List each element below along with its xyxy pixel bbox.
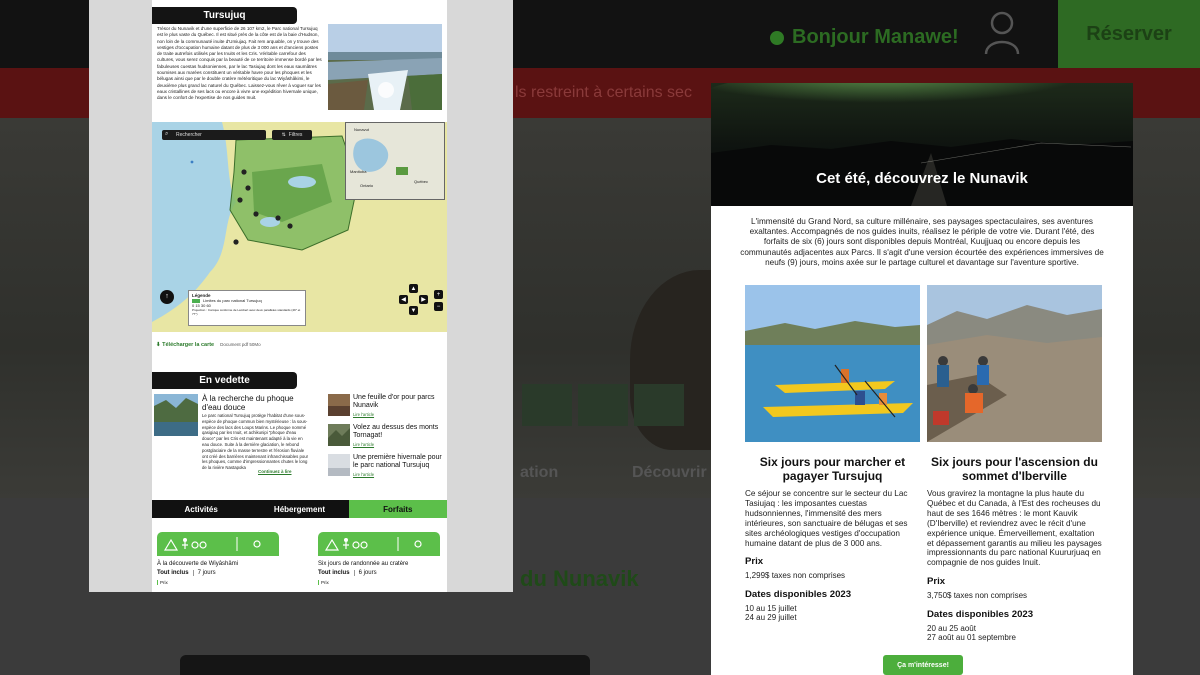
gallery-thumbnail[interactable] xyxy=(522,384,572,426)
featured-article-text: Le parc national Tursujuq protège l'habi… xyxy=(202,413,309,471)
page-tabs: Activités Hébergement Forfaits xyxy=(152,500,447,518)
download-map-link[interactable]: ⬇ Télécharger la carte Document pdf 50Mo xyxy=(156,342,261,348)
package-meta: Tout inclus 7 jours xyxy=(157,570,216,576)
offer-column: Six jours pour marcher et pagayer Tursuj… xyxy=(745,285,920,623)
offer-title: Six jours pour l'ascension du sommet d'I… xyxy=(931,455,1098,483)
kayak-photo xyxy=(745,285,920,442)
article-title[interactable]: Une première hivernale pour le parc nati… xyxy=(353,454,445,470)
package-price-label: Prix xyxy=(318,580,440,585)
inset-label: Québec xyxy=(414,179,429,184)
package-icon-bar xyxy=(318,532,440,556)
package-price-label: Prix xyxy=(157,580,279,585)
offer-description: Ce séjour se concentre sur le secteur du… xyxy=(745,489,908,548)
map-filter-button[interactable]: ⇅ Filtres xyxy=(272,130,312,140)
map-pan-right-button[interactable]: ▶ xyxy=(419,295,428,304)
background-tab[interactable]: Découvrir xyxy=(632,464,707,482)
offer-title: Six jours pour marcher et pagayer Tursuj… xyxy=(759,455,906,483)
interested-button[interactable]: Ça m'intéresse! xyxy=(883,655,963,675)
status-dot-icon xyxy=(770,30,784,45)
modal-title: Cet été, découvrez le Nunavik xyxy=(816,170,1028,187)
alert-banner-text: ls restreint à certains sec xyxy=(515,84,692,101)
tab-activites[interactable]: Activités xyxy=(152,500,251,518)
tab-hebergement[interactable]: Hébergement xyxy=(250,500,349,518)
article-title[interactable]: Volez au dessus des monts Tornagat! xyxy=(353,424,445,440)
park-page-preview: Tursujuq Trésor du Nunavik et d'une supe… xyxy=(89,0,513,592)
gallery-thumbnail[interactable] xyxy=(634,384,684,426)
modal-intro-text: L'immensité du Grand Nord, sa culture mi… xyxy=(740,217,1104,267)
article-link[interactable]: Lire l'article xyxy=(353,472,374,477)
offer-price-label: Prix xyxy=(745,556,764,568)
package-card[interactable]: Six jours de randonnée au cratère Tout i… xyxy=(318,532,440,592)
package-icon-bar xyxy=(157,532,279,556)
article-title[interactable]: Une feuille d'or pour parcs Nunavik xyxy=(353,394,445,410)
promo-modal: Cet été, découvrez le Nunavik L'immensit… xyxy=(711,83,1133,675)
activity-icons xyxy=(163,537,261,551)
article-link[interactable]: Lire l'article xyxy=(353,442,374,447)
package-title[interactable]: Six jours de randonnée au cratère xyxy=(318,561,440,567)
offer-date: 20 au 25 août xyxy=(927,623,976,633)
park-page-content: Tursujuq Trésor du Nunavik et d'une supe… xyxy=(152,0,447,592)
offer-dates-label: Dates disponibles 2023 xyxy=(927,608,1034,620)
map-zoom-out-button[interactable]: − xyxy=(434,302,443,311)
filter-icon: ⇅ xyxy=(281,132,286,138)
park-intro-text: Trésor du Nunavik et d'une superficie de… xyxy=(157,26,322,101)
offer-column: Six jours pour l'ascension du sommet d'I… xyxy=(927,285,1102,643)
park-title: Tursujuq xyxy=(152,7,297,24)
offer-date: 27 août au 01 septembre xyxy=(927,633,1016,643)
inset-label: Ontario xyxy=(360,183,374,188)
article-thumbnail xyxy=(328,424,350,446)
download-file-info: Document pdf 50Mo xyxy=(220,342,261,347)
compass-icon: ↑ xyxy=(160,290,174,304)
background-section-title: du Nunavik xyxy=(520,566,639,591)
package-card[interactable]: À la découverte de Wiyâshâmi Tout inclus… xyxy=(157,532,279,592)
user-account-icon[interactable] xyxy=(984,10,1020,54)
reserve-button[interactable]: Réserver xyxy=(1058,0,1200,68)
featured-article-photo[interactable] xyxy=(154,394,198,436)
offer-date: 24 au 29 juillet xyxy=(745,613,797,623)
search-icon: ⌕ xyxy=(165,131,169,137)
aurora-hero-image xyxy=(711,83,1133,206)
inset-map-canvas xyxy=(346,123,444,199)
background-tab[interactable]: ation xyxy=(520,464,558,482)
map-legend: Légende Limites du parc national Tursuju… xyxy=(188,290,306,326)
article-link[interactable]: Lire l'article xyxy=(353,412,374,417)
map-inset: Nunavut Manitoba Ontario Québec xyxy=(345,122,445,200)
activity-icons xyxy=(324,537,422,551)
article-thumbnail xyxy=(328,454,350,476)
map-pan-down-button[interactable]: ▼ xyxy=(409,306,418,315)
park-map[interactable]: ⌕ Rechercher ⇅ Filtres Nunavut Manitoba … xyxy=(152,122,447,332)
map-zoom-in-button[interactable]: + xyxy=(434,290,443,299)
featured-heading: En vedette xyxy=(152,372,297,389)
offer-date: 10 au 15 juillet xyxy=(745,603,797,613)
inset-label: Manitoba xyxy=(350,169,367,174)
offer-price: 3,750$ taxes non comprises xyxy=(927,591,1028,601)
gallery-thumbnail[interactable] xyxy=(578,384,628,426)
waterfall-photo xyxy=(328,24,442,110)
featured-article-title[interactable]: À la recherche du phoque d'eau douce xyxy=(202,394,302,412)
package-meta: Tout inclus 6 jours xyxy=(318,570,377,576)
inset-label: Nunavut xyxy=(354,127,369,132)
background-dark-button[interactable] xyxy=(180,655,590,675)
map-pan-left-button[interactable]: ◀ xyxy=(399,295,408,304)
package-title[interactable]: À la découverte de Wiyâshâmi xyxy=(157,561,279,567)
offer-dates-label: Dates disponibles 2023 xyxy=(745,588,852,600)
background-gallery xyxy=(522,384,684,426)
featured-article-more-link[interactable]: Continuez à lire xyxy=(258,469,292,474)
map-pan-up-button[interactable]: ▲ xyxy=(409,284,418,293)
offer-price: 1,299$ taxes non comprises xyxy=(745,571,846,581)
tab-forfaits[interactable]: Forfaits xyxy=(348,500,447,518)
offer-description: Vous gravirez la montagne la plus haute … xyxy=(927,489,1102,568)
mountain-hikers-photo xyxy=(927,285,1102,442)
article-thumbnail xyxy=(328,394,350,416)
user-greeting: Bonjour Manawe! xyxy=(770,26,959,49)
offer-price-label: Prix xyxy=(927,576,946,588)
map-search-input[interactable]: ⌕ Rechercher xyxy=(162,130,266,140)
